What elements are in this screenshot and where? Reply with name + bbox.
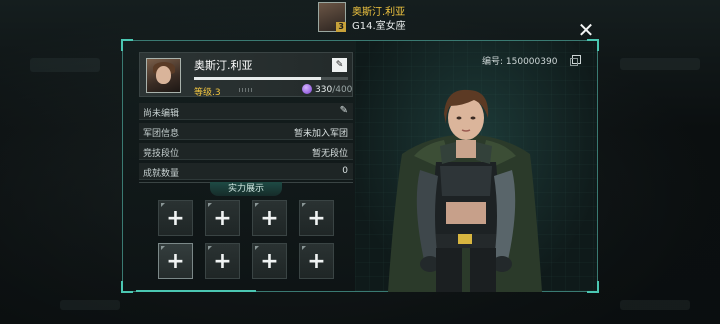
- xp-max: /400: [332, 85, 353, 95]
- plus-icon: +: [166, 206, 185, 231]
- player-uid: 编号: 150000390: [482, 57, 558, 67]
- rank-row: 竞技段位 暂无段位: [139, 143, 353, 160]
- rank-label: 竞技段位: [143, 149, 180, 159]
- showcase-slot[interactable]: +: [158, 200, 193, 236]
- achievement-label: 成就数量: [143, 169, 180, 179]
- showcase-slot[interactable]: +: [205, 243, 240, 279]
- background-blur-strip: [60, 300, 120, 310]
- plus-icon: +: [213, 249, 232, 274]
- plus-icon: +: [260, 249, 279, 274]
- xp-current: 330: [315, 85, 333, 95]
- signature-row[interactable]: 尚未编辑 ✎: [139, 103, 353, 120]
- showcase-slot[interactable]: +: [205, 200, 240, 236]
- edit-name-button[interactable]: ✎: [332, 58, 347, 72]
- gem-icon: [302, 84, 312, 94]
- xp-bar: [194, 77, 348, 80]
- plus-icon: +: [213, 206, 232, 231]
- xp-bar-fill: [194, 77, 322, 80]
- plus-icon: +: [166, 249, 185, 274]
- showcase-title: 实力展示: [210, 182, 282, 196]
- showcase-slot[interactable]: +: [299, 243, 334, 279]
- copy-icon[interactable]: [570, 55, 581, 66]
- background-blur-strip: [620, 58, 700, 70]
- showcase-slot[interactable]: +: [299, 200, 334, 236]
- header-player-server: G14.室女座: [352, 21, 406, 32]
- legion-value: 暂未加入军团: [293, 129, 348, 139]
- rank-value: 暂无段位: [311, 149, 348, 159]
- header-avatar[interactable]: 3: [318, 2, 346, 32]
- background-blur-strip: [30, 58, 100, 72]
- pen-icon[interactable]: ✎: [340, 105, 348, 116]
- player-name: 奥斯汀.利亚: [194, 59, 253, 72]
- achievement-value: 0: [342, 166, 348, 176]
- panel-corner: [587, 281, 599, 293]
- edit-icon: ✎: [335, 60, 344, 70]
- profile-card: 奥斯汀.利亚 ✎ 等级.3 330/400: [139, 52, 353, 98]
- header-player-name: 奥斯汀.利亚: [352, 7, 406, 18]
- background-blur-strip: [620, 300, 690, 310]
- showcase-slot[interactable]: +: [252, 243, 287, 279]
- showcase-slot[interactable]: +: [252, 200, 287, 236]
- character-portrait: [388, 89, 542, 292]
- legion-label: 军团信息: [143, 129, 180, 139]
- level-decoration: [239, 88, 253, 92]
- plus-icon: +: [307, 206, 326, 231]
- avatar[interactable]: [146, 58, 181, 93]
- header-avatar-level: 3: [336, 22, 346, 32]
- panel-bottom-accent: [136, 290, 256, 292]
- plus-icon: +: [260, 206, 279, 231]
- achievement-row: 成就数量 0: [139, 163, 353, 180]
- signature-text: 尚未编辑: [143, 109, 180, 119]
- close-icon[interactable]: ✕: [576, 20, 596, 40]
- level-label: 等级.3: [194, 88, 221, 98]
- panel-corner: [121, 281, 133, 293]
- panel-corner: [587, 39, 599, 51]
- plus-icon: +: [307, 249, 326, 274]
- xp-text: 330/400: [315, 85, 352, 95]
- panel-corner: [121, 39, 133, 51]
- legion-row: 军团信息 暂未加入军团: [139, 123, 353, 140]
- showcase-slot-selected[interactable]: +: [158, 243, 193, 279]
